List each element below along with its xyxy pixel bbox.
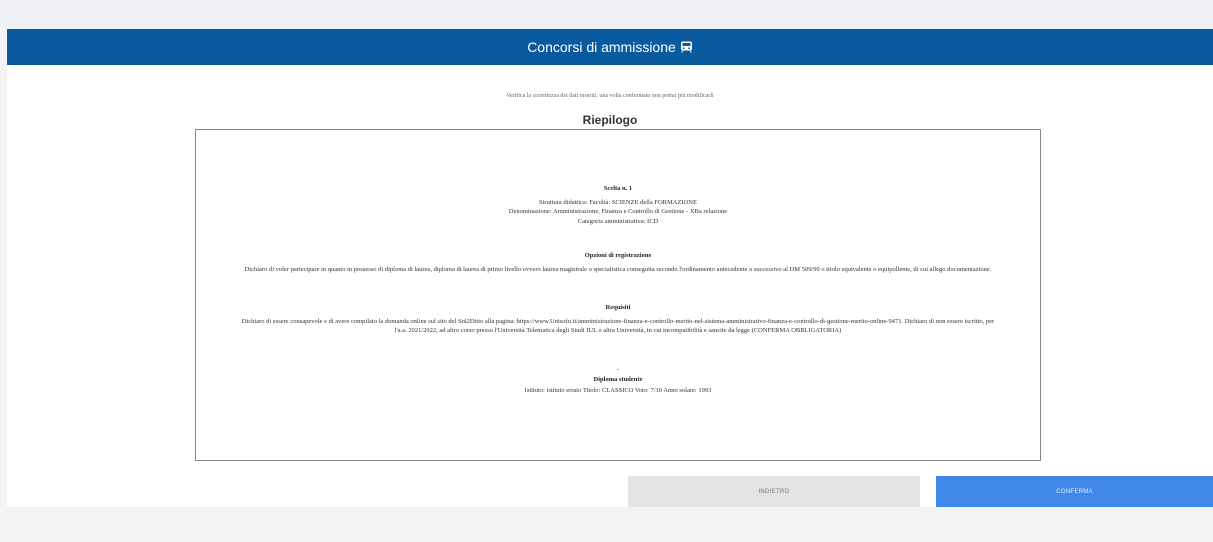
choice-section: Scelta n. 1 Struttura didattica: Facoltà… <box>236 184 1000 226</box>
page-title: Concorsi di ammissione <box>527 39 676 55</box>
requirements-section: Requisiti Dichiaro di essere consapevole… <box>236 303 1000 336</box>
top-strip <box>0 0 1213 28</box>
choice-line: Categoria amministrativa: ICD <box>577 217 659 225</box>
choice-line: Struttura didattica: Facoltà: SCIENZE de… <box>539 198 697 206</box>
options-heading: Opzioni di registrazione <box>584 252 652 259</box>
requirements-heading: Requisiti <box>605 304 631 311</box>
train-icon <box>680 41 692 53</box>
main-content: Verifica la correttezza dei dati inserit… <box>7 65 1213 507</box>
notice-text: Verifica la correttezza dei dati inserit… <box>506 93 714 99</box>
confirm-button[interactable]: CONFERMA <box>936 476 1213 507</box>
summary-title: Riepilogo <box>582 113 638 127</box>
action-bar: INDIETRO CONFERMA <box>0 476 1213 508</box>
choice-line: Denominazione: Amministrazione, Finanza … <box>508 208 728 215</box>
options-text: Dichiaro di voler partecipare in quanto … <box>244 265 992 273</box>
diploma-line: Istituto: istituto errato Titolo: CLASSI… <box>524 387 712 394</box>
back-button[interactable]: INDIETRO <box>628 476 920 507</box>
options-section: Opzioni di registrazione Dichiaro di vol… <box>236 251 1000 274</box>
summary-box: Scelta n. 1 Struttura didattica: Facoltà… <box>195 129 1041 461</box>
diploma-dash: - <box>616 366 620 373</box>
diploma-heading: Diploma studente <box>593 375 643 383</box>
diploma-section: - Diploma studente Istituto: istituto er… <box>236 365 1000 396</box>
choice-heading: Scelta n. 1 <box>603 185 633 192</box>
requirements-text: Dichiaro di essere consapevole e di aver… <box>241 317 995 335</box>
page-header: Concorsi di ammissione <box>7 29 1213 65</box>
